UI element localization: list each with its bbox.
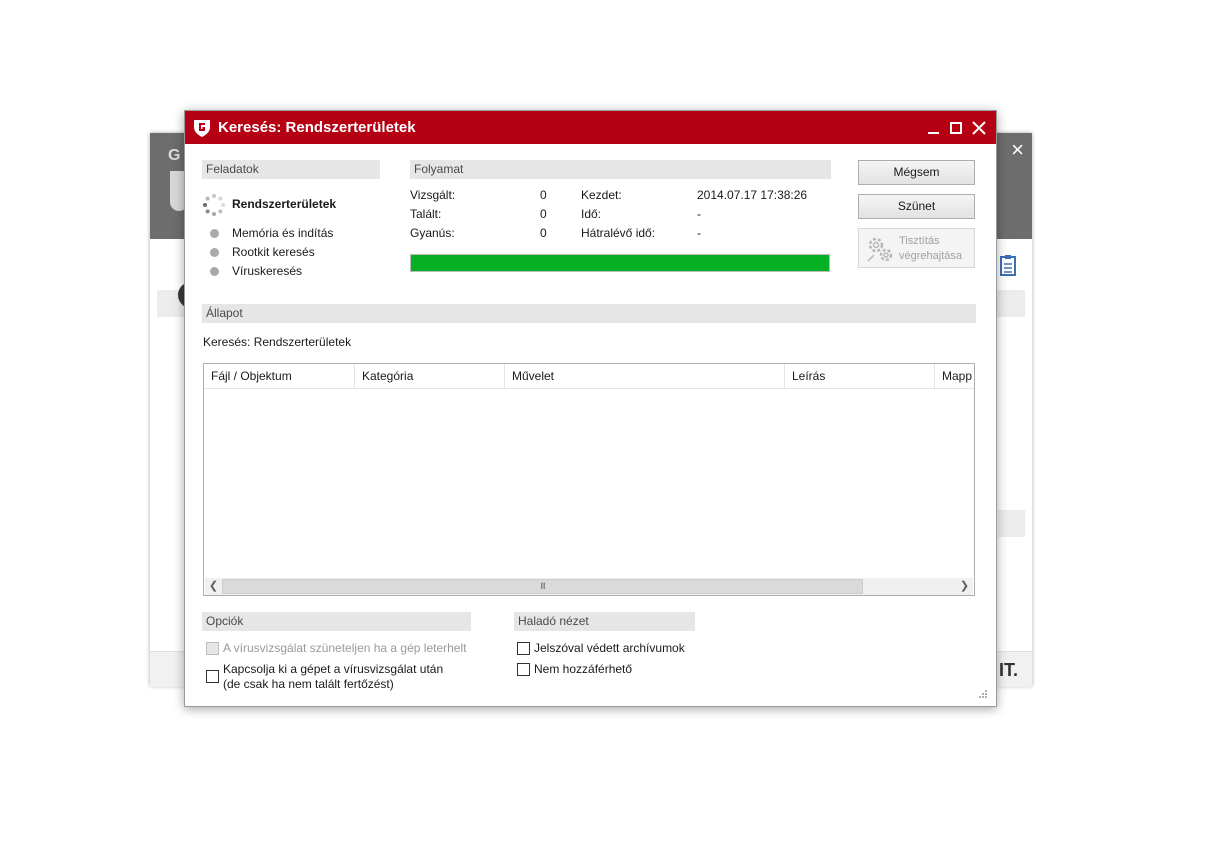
horizontal-scrollbar[interactable]: ❮ III ❯	[205, 578, 973, 595]
background-section-bar-2	[998, 510, 1025, 537]
column-header-description[interactable]: Leírás	[785, 364, 935, 388]
status-text: Keresés: Rendszerterületek	[203, 335, 352, 349]
stat-value: 0	[540, 188, 547, 202]
gdata-shield-icon	[194, 120, 210, 137]
scroll-left-icon[interactable]: ❮	[205, 578, 222, 595]
scan-progress-fill	[411, 255, 829, 271]
shutdown-after-scan-checkbox[interactable]	[206, 670, 219, 683]
task-status-dot	[210, 248, 219, 257]
scan-progress-bar	[410, 254, 830, 272]
gears-icon	[867, 237, 893, 262]
pause-when-busy-checkbox	[206, 642, 219, 655]
password-archives-checkbox[interactable]	[517, 642, 530, 655]
clean-button-line1: Tisztítás	[899, 235, 940, 247]
status-header: Állapot	[202, 304, 976, 323]
options-header: Opciók	[202, 612, 471, 631]
cancel-button[interactable]: Mégsem	[858, 160, 975, 185]
background-logo: G	[168, 147, 181, 164]
clean-button[interactable]: Tisztítás végrehajtása	[858, 228, 975, 268]
stat-label: Gyanús:	[410, 226, 455, 240]
maximize-icon[interactable]	[945, 117, 967, 139]
task-status-dot	[210, 229, 219, 238]
inaccessible-checkbox[interactable]	[517, 663, 530, 676]
advanced-header: Haladó nézet	[514, 612, 695, 631]
resize-grip-icon[interactable]	[978, 689, 988, 699]
task-status-dot	[210, 267, 219, 276]
progress-header: Folyamat	[410, 160, 831, 179]
scroll-right-icon[interactable]: ❯	[956, 578, 973, 595]
dialog-titlebar[interactable]: Keresés: Rendszerterületek	[185, 111, 996, 144]
results-table[interactable]: Fájl / Objektum Kategória Művelet Leírás…	[203, 363, 975, 596]
stat-label: Vizsgált:	[410, 188, 456, 202]
pause-button[interactable]: Szünet	[858, 194, 975, 219]
time-value: 2014.07.17 17:38:26	[697, 188, 808, 202]
clean-button-label: Tisztítás végrehajtása	[899, 234, 962, 264]
time-label: Kezdet:	[581, 188, 622, 202]
shutdown-after-scan-note: (de csak ha nem talált fertőzést)	[223, 677, 394, 691]
column-header-file[interactable]: Fájl / Objektum	[204, 364, 355, 388]
clipboard-icon[interactable]	[998, 253, 1018, 277]
column-header-action[interactable]: Művelet	[505, 364, 785, 388]
background-footer-brand: IT.	[998, 660, 1018, 680]
scan-dialog: Keresés: Rendszerterületek Feladatok Ren…	[184, 110, 997, 707]
stat-label: Talált:	[410, 207, 442, 221]
close-icon[interactable]	[968, 117, 990, 139]
pause-when-busy-label: A vírusvizsgálat szüneteljen ha a gép le…	[223, 641, 467, 655]
time-value: -	[697, 226, 701, 240]
dialog-title: Keresés: Rendszerterületek	[218, 119, 416, 136]
clean-button-line2: végrehajtása	[899, 250, 962, 262]
scroll-thumb[interactable]: III	[222, 579, 863, 594]
password-archives-label: Jelszóval védett archívumok	[534, 641, 685, 655]
task-item-label: Víruskeresés	[232, 264, 303, 278]
time-label: Hátralévő idő:	[581, 226, 656, 240]
table-header: Fájl / Objektum Kategória Művelet Leírás…	[204, 364, 974, 389]
background-close-icon[interactable]: ×	[1011, 139, 1024, 161]
task-active-label: Rendszerterületek	[232, 197, 337, 211]
tasks-header: Feladatok	[202, 160, 380, 179]
task-item-label: Memória és indítás	[232, 226, 334, 240]
column-header-folder[interactable]: Mapp	[935, 364, 974, 388]
shutdown-after-scan-label: Kapcsolja ki a gépet a vírusvizsgálat ut…	[223, 662, 444, 676]
task-item-label: Rootkit keresés	[232, 245, 315, 259]
stat-value: 0	[540, 207, 547, 221]
column-header-category[interactable]: Kategória	[355, 364, 505, 388]
inaccessible-label: Nem hozzáférhető	[534, 662, 633, 676]
time-label: Idő:	[581, 207, 602, 221]
loading-spinner-icon	[203, 194, 225, 216]
minimize-icon[interactable]	[923, 117, 945, 139]
time-value: -	[697, 207, 701, 221]
stat-value: 0	[540, 226, 547, 240]
